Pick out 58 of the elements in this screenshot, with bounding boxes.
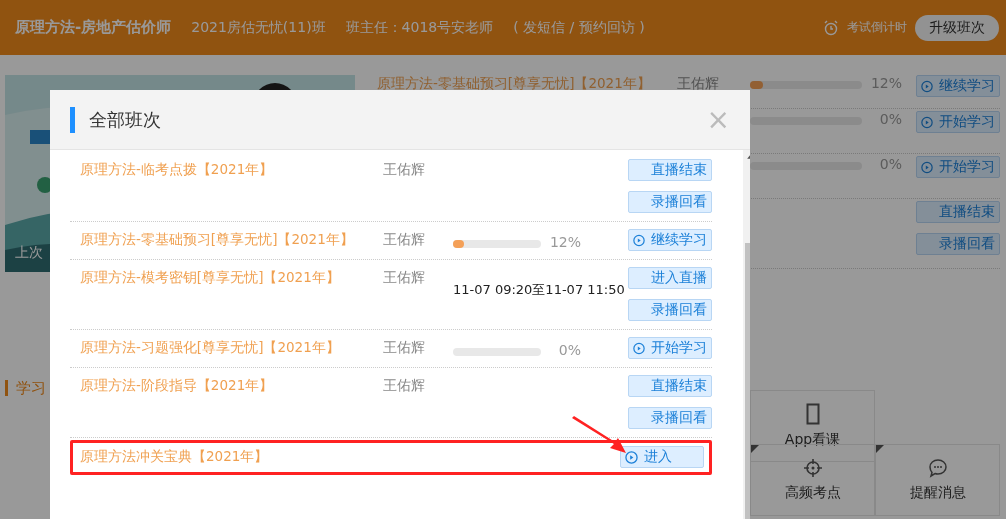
course-title: 原理方法-房地产估价师 (15, 18, 172, 37)
course-button[interactable]: 开始学习 (916, 111, 1000, 133)
course-button[interactable]: 直播结束 (628, 375, 712, 397)
course-button[interactable]: 进入直播 (628, 267, 712, 289)
course-button[interactable]: 录播回看 (628, 407, 712, 429)
section-title: 学习 (16, 378, 46, 398)
play-circle-icon (921, 115, 933, 129)
upgrade-button[interactable]: 升级班次 (915, 14, 999, 41)
course-title-link[interactable]: 原理方法-阶段指导【2021年】 (80, 375, 383, 395)
phone-icon (805, 403, 820, 425)
course-button[interactable]: 继续学习 (916, 75, 1000, 97)
course-button[interactable]: 录播回看 (628, 299, 712, 321)
dialog-title: 全部班次 (89, 107, 161, 132)
alarm-clock-icon (823, 19, 839, 36)
course-title-link[interactable]: 原理方法-模考密钥[尊享无忧]【2021年】 (80, 267, 383, 287)
play-circle-icon (921, 160, 933, 174)
last-study-caption: 上次 (15, 244, 43, 262)
course-button[interactable]: 开始学习 (628, 337, 712, 359)
course-title-link[interactable]: 原理方法-零基础预习[尊享无忧]【2021年】 (80, 229, 383, 249)
course-button[interactable]: 直播结束 (628, 159, 712, 181)
progress-percent: 12% (548, 234, 581, 250)
teacher-name: 王佑辉 (677, 75, 720, 93)
annotation-arrow (570, 416, 628, 456)
progress-percent: 12% (869, 75, 902, 91)
course-title-link[interactable]: 原理方法冲关宝典【2021年】 (80, 446, 383, 466)
course-button[interactable]: 直播结束 (916, 201, 1000, 223)
target-icon (802, 458, 823, 478)
tile-label: 提醒消息 (909, 484, 966, 502)
teacher-name: 王佑辉 (383, 230, 426, 249)
contact-links[interactable]: ( 发短信 / 预约回访 ) (513, 18, 645, 37)
progress-percent: 0% (878, 111, 902, 127)
play-circle-icon (633, 341, 645, 355)
countdown-label[interactable]: 考试倒计时 (847, 19, 907, 36)
close-button[interactable]: × (706, 105, 730, 134)
teacher-name: 王佑辉 (383, 376, 426, 395)
course-button[interactable]: 开始学习 (916, 156, 1000, 178)
tile-label: 高频考点 (784, 484, 841, 502)
chat-bubble-icon (927, 458, 948, 478)
course-title-link[interactable]: 原理方法-临考点拨【2021年】 (80, 159, 383, 179)
course-title-link[interactable]: 原理方法-零基础预习[尊享无忧]【2021年】 (377, 75, 677, 93)
play-circle-icon (633, 233, 645, 247)
corner-triangle (876, 445, 884, 453)
live-time: 11-07 09:20至11-07 11:50 (453, 282, 625, 298)
feature-tile[interactable]: 提醒消息 (875, 444, 1000, 516)
class-name: 2021房估无忧(11)班 (191, 18, 326, 37)
course-button[interactable]: 进入 (620, 446, 704, 468)
teacher-name: 王佑辉 (383, 160, 426, 179)
play-circle-icon (625, 450, 638, 464)
course-title-link[interactable]: 原理方法-习题强化[尊享无忧]【2021年】 (80, 337, 383, 357)
progress-percent: 0% (878, 156, 902, 172)
play-circle-icon (921, 79, 933, 93)
teacher-name: 王佑辉 (383, 268, 426, 287)
course-button[interactable]: 录播回看 (628, 191, 712, 213)
teacher-name: 王佑辉 (383, 338, 426, 357)
course-button[interactable]: 录播回看 (916, 233, 1000, 255)
course-button[interactable]: 继续学习 (628, 229, 712, 251)
progress-percent: 0% (557, 342, 581, 358)
head-teacher: 班主任：4018号安老师 (345, 18, 494, 37)
